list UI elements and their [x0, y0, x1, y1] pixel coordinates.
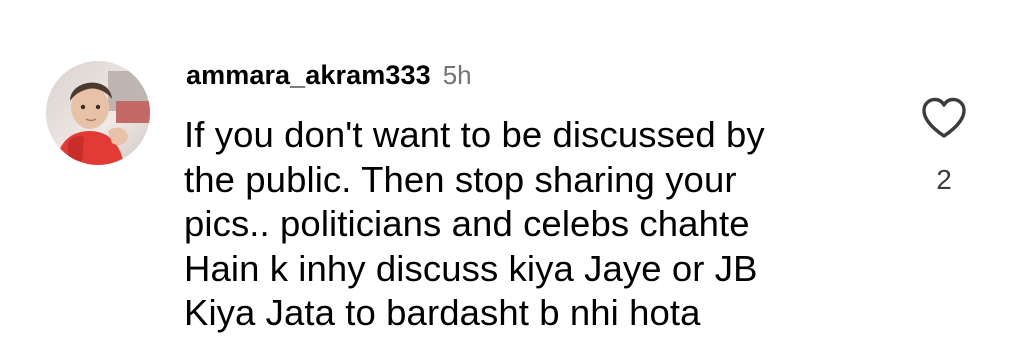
comment-text: If you don't want to be discussed by the…	[184, 114, 765, 333]
like-control: 2	[914, 96, 974, 196]
heart-outline-icon[interactable]	[920, 96, 968, 140]
profile-photo	[46, 61, 150, 165]
avatar[interactable]	[46, 61, 150, 165]
comment-item: ammara_akram333 5h If you don't want to …	[0, 0, 1024, 355]
comment-timestamp: 5h	[442, 60, 472, 90]
like-count: 2	[936, 164, 952, 195]
comment-header: ammara_akram333 5h	[186, 60, 472, 94]
username-link[interactable]: ammara_akram333	[186, 60, 431, 91]
